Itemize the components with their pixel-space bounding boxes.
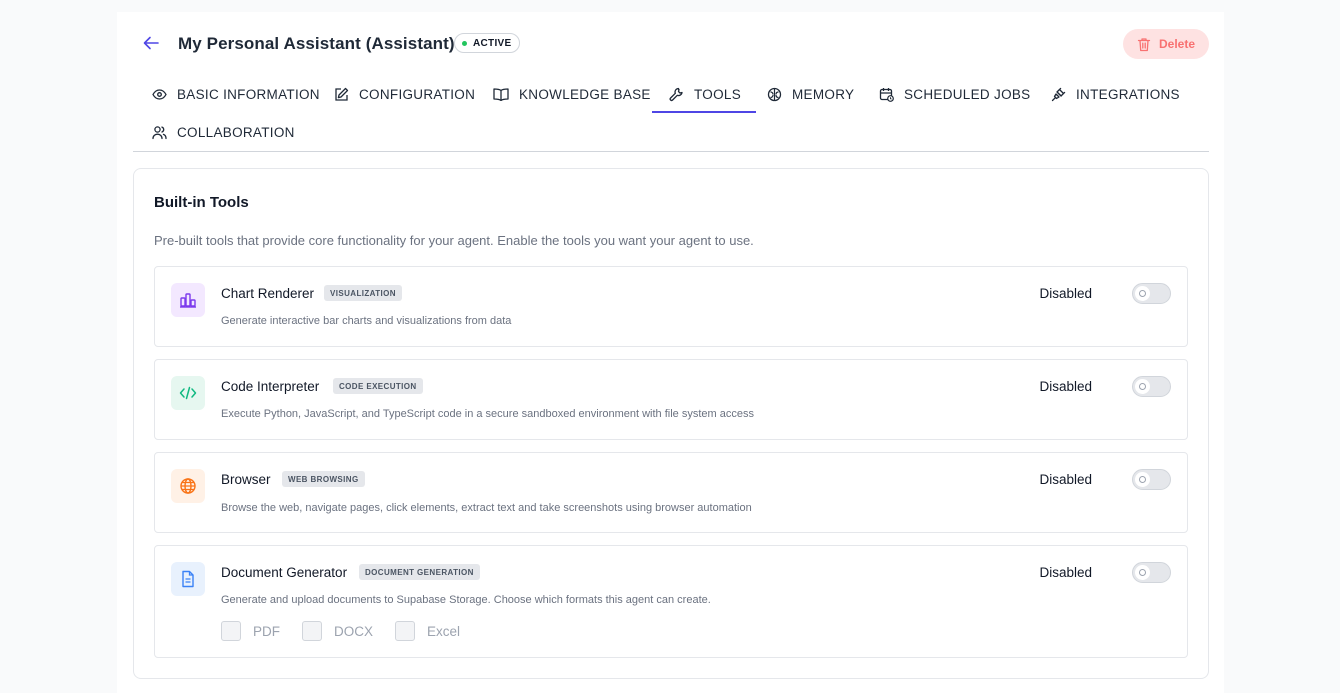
tab-basic-information[interactable]: BASIC INFORMATION bbox=[151, 76, 320, 112]
book-icon bbox=[493, 86, 509, 102]
tool-status-label: Disabled bbox=[1039, 565, 1092, 580]
tool-item-browser: Browser WEB BROWSING Browse the web, nav… bbox=[154, 452, 1188, 533]
section-title: Built-in Tools bbox=[154, 194, 249, 211]
tab-label: CONFIGURATION bbox=[359, 86, 476, 102]
code-icon bbox=[171, 376, 205, 410]
tool-name: Browser bbox=[221, 472, 271, 487]
delete-button[interactable]: Delete bbox=[1123, 29, 1209, 59]
tab-label: SCHEDULED JOBS bbox=[904, 86, 1031, 102]
tab-label: KNOWLEDGE BASE bbox=[519, 86, 651, 102]
tool-status-label: Disabled bbox=[1039, 286, 1092, 301]
format-label: Excel bbox=[427, 623, 461, 639]
tool-category-badge: WEB BROWSING bbox=[282, 471, 365, 487]
tool-description: Browse the web, navigate pages, click el… bbox=[221, 502, 752, 514]
delete-label: Delete bbox=[1158, 37, 1196, 51]
tab-integrations[interactable]: INTEGRATIONS bbox=[1050, 76, 1180, 112]
enable-toggle[interactable] bbox=[1132, 283, 1171, 304]
tab-label: INTEGRATIONS bbox=[1076, 86, 1180, 102]
users-icon bbox=[151, 124, 167, 140]
toggle-knob bbox=[1135, 472, 1150, 487]
eye-icon bbox=[151, 86, 167, 102]
tab-knowledge-base[interactable]: KNOWLEDGE BASE bbox=[493, 76, 651, 112]
toggle-knob bbox=[1135, 565, 1150, 580]
tab-label: MEMORY bbox=[792, 86, 855, 102]
tool-item-chart-renderer: Chart Renderer VISUALIZATION Generate in… bbox=[154, 266, 1188, 347]
agent-detail-page: My Personal Assistant (Assistant) ACTIVE… bbox=[117, 12, 1224, 693]
tab-tools[interactable]: TOOLS bbox=[651, 76, 757, 113]
calendar-icon bbox=[878, 86, 894, 102]
builtin-tools-card: Built-in Tools Pre-built tools that prov… bbox=[133, 168, 1209, 679]
enable-toggle[interactable] bbox=[1132, 562, 1171, 583]
format-label: DOCX bbox=[334, 623, 374, 639]
tab-configuration[interactable]: CONFIGURATION bbox=[333, 76, 475, 112]
tab-label: COLLABORATION bbox=[177, 124, 295, 140]
tool-status-label: Disabled bbox=[1039, 379, 1092, 394]
format-options: PDF DOCX Excel bbox=[221, 621, 482, 641]
document-icon bbox=[171, 562, 205, 596]
trash-icon bbox=[1137, 37, 1151, 51]
tool-category-badge: VISUALIZATION bbox=[324, 285, 402, 301]
tool-description: Generate interactive bar charts and visu… bbox=[221, 315, 512, 327]
format-checkbox-pdf[interactable]: PDF bbox=[221, 621, 280, 641]
bar-chart-icon bbox=[171, 283, 205, 317]
section-description: Pre-built tools that provide core functi… bbox=[154, 233, 754, 248]
wrench-icon bbox=[668, 86, 684, 102]
tool-status-label: Disabled bbox=[1039, 472, 1092, 487]
tool-item-document-generator: Document Generator DOCUMENT GENERATION G… bbox=[154, 545, 1188, 658]
arrow-left-icon bbox=[143, 36, 159, 50]
checkbox[interactable] bbox=[221, 621, 241, 641]
back-button[interactable] bbox=[140, 32, 162, 54]
format-checkbox-excel[interactable]: Excel bbox=[395, 621, 460, 641]
tool-name: Chart Renderer bbox=[221, 286, 315, 301]
tool-name: Document Generator bbox=[221, 565, 348, 580]
tab-memory[interactable]: MEMORY bbox=[766, 76, 854, 112]
tab-collaboration[interactable]: COLLABORATION bbox=[151, 114, 295, 150]
tab-scheduled-jobs[interactable]: SCHEDULED JOBS bbox=[878, 76, 1030, 112]
toggle-knob bbox=[1135, 379, 1150, 394]
tool-description: Generate and upload documents to Supabas… bbox=[221, 594, 711, 606]
format-label: PDF bbox=[253, 623, 280, 639]
status-label: ACTIVE bbox=[473, 37, 512, 49]
checkbox[interactable] bbox=[302, 621, 322, 641]
plug-icon bbox=[1050, 86, 1066, 102]
enable-toggle[interactable] bbox=[1132, 376, 1171, 397]
tool-category-badge: DOCUMENT GENERATION bbox=[359, 564, 480, 580]
status-badge: ACTIVE bbox=[454, 33, 521, 53]
tool-name: Code Interpreter bbox=[221, 379, 320, 394]
checkbox[interactable] bbox=[395, 621, 416, 641]
page-title: My Personal Assistant (Assistant) bbox=[178, 34, 455, 53]
tool-category-badge: CODE EXECUTION bbox=[333, 378, 423, 394]
globe-icon bbox=[171, 469, 205, 503]
tool-item-code-interpreter: Code Interpreter CODE EXECUTION Execute … bbox=[154, 359, 1188, 440]
tool-description: Execute Python, JavaScript, and TypeScri… bbox=[221, 408, 754, 420]
tab-bar: BASIC INFORMATION CONFIGURATION KNOWLEDG… bbox=[133, 76, 1209, 152]
tab-label: BASIC INFORMATION bbox=[177, 86, 320, 102]
enable-toggle[interactable] bbox=[1132, 469, 1171, 490]
toggle-knob bbox=[1135, 286, 1150, 301]
tab-label: TOOLS bbox=[694, 86, 742, 102]
edit-icon bbox=[333, 86, 349, 102]
brain-icon bbox=[766, 86, 782, 102]
format-checkbox-docx[interactable]: DOCX bbox=[302, 621, 373, 641]
status-dot-icon bbox=[462, 40, 467, 46]
